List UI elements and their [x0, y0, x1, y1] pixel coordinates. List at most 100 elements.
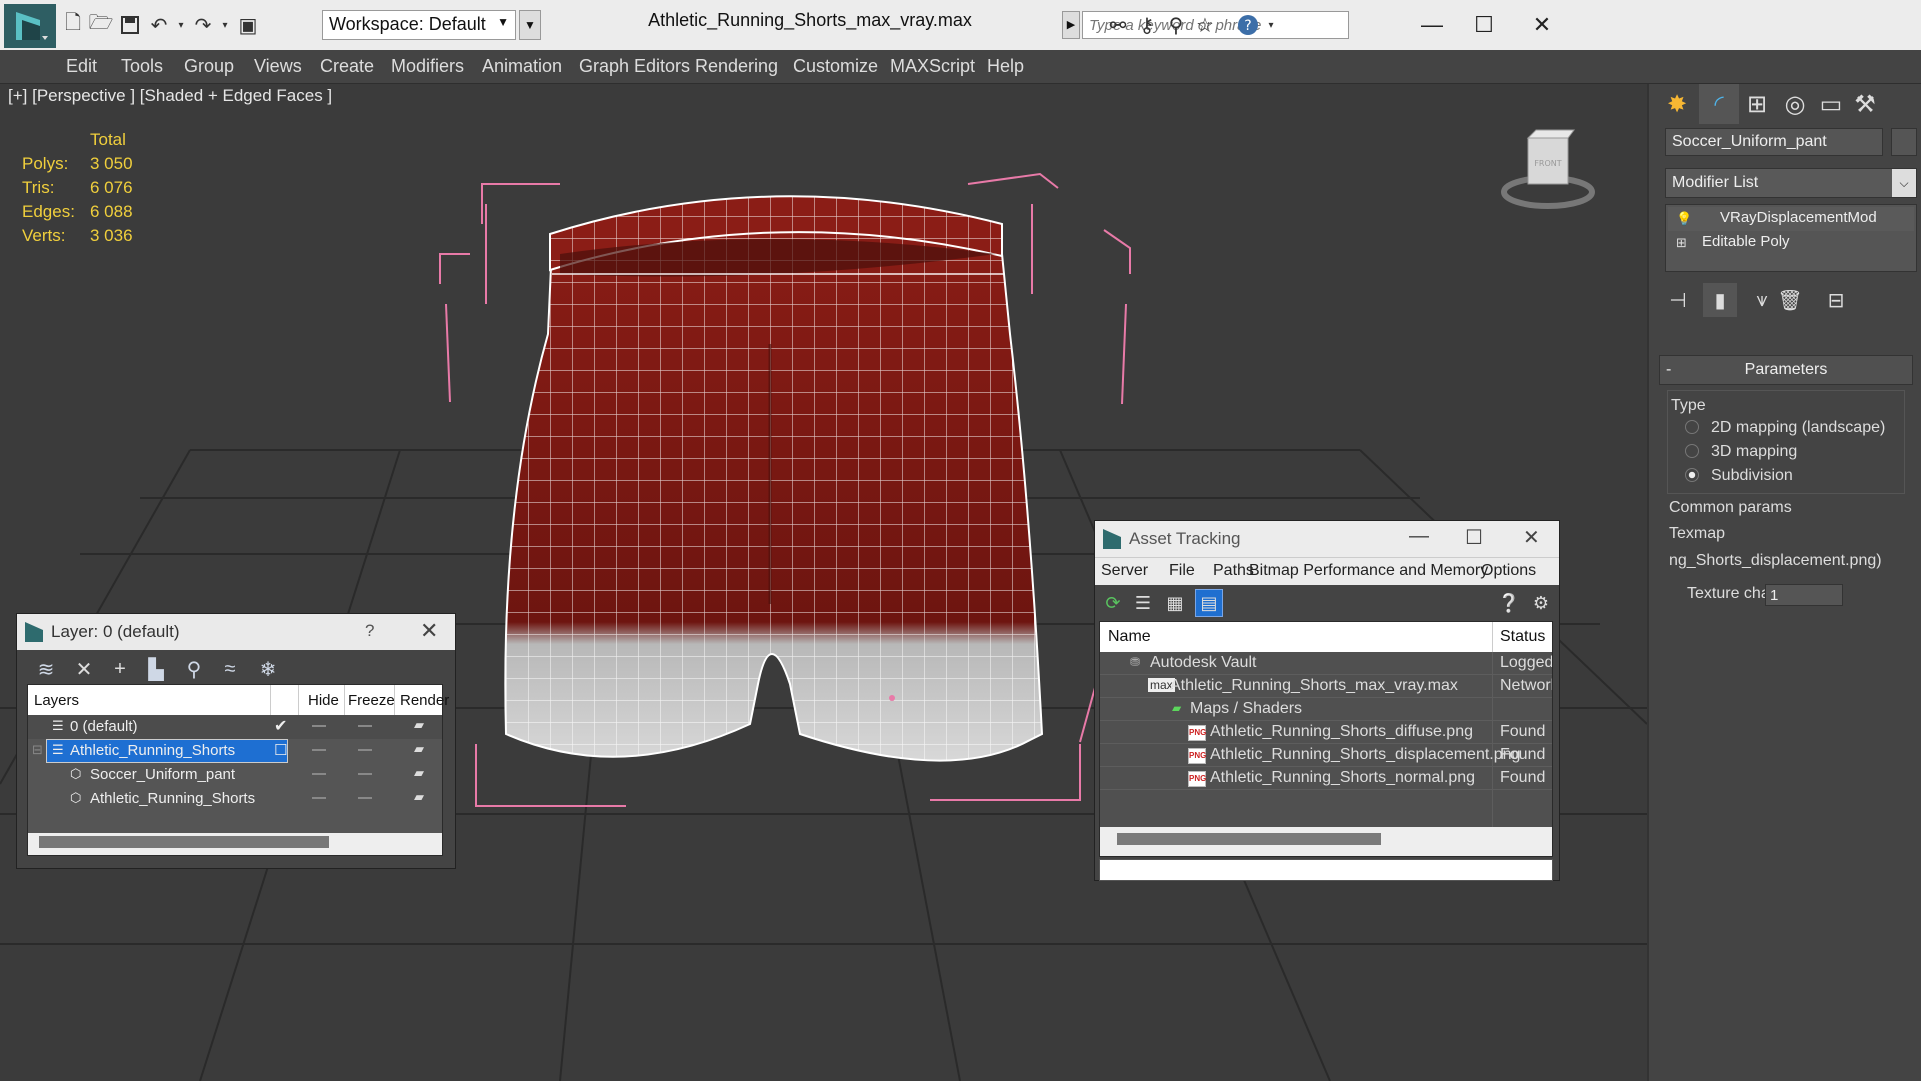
asset-row-displacement[interactable]: PNG Athletic_Running_Shorts_displacement… [1100, 744, 1552, 767]
minimize-icon[interactable]: — [1402, 6, 1462, 44]
horizontal-scrollbar-thumb[interactable] [39, 836, 329, 848]
column-layers[interactable]: Layers [34, 692, 79, 709]
pin-stack-icon[interactable]: ⊣ [1661, 283, 1695, 317]
viewcube[interactable]: FRONT [1500, 126, 1620, 216]
object-name-field[interactable]: Soccer_Uniform_pant [1665, 128, 1883, 156]
stack-item-vraydisplacement[interactable]: 💡 VRayDisplacementMod [1668, 207, 1914, 231]
menu-views[interactable]: Views [254, 56, 302, 77]
help-button[interactable]: ? [365, 621, 374, 641]
key-icon[interactable]: ⚷ [1132, 10, 1162, 40]
configure-sets-icon[interactable]: ⊟ [1819, 283, 1853, 317]
asset-dialog-titlebar[interactable]: Asset Tracking — ☐ ✕ [1095, 521, 1559, 557]
save-icon[interactable] [115, 10, 145, 40]
close-icon[interactable]: ✕ [1523, 525, 1540, 550]
list-view-icon[interactable]: ☰ [1129, 589, 1157, 617]
layer-row-athletic-running-shorts-object[interactable]: ⬡ Athletic_Running_Shorts ▰ [28, 787, 442, 811]
highlight-layer-icon[interactable]: ⚲ [179, 654, 209, 684]
parameters-rollout-header[interactable]: - Parameters [1659, 355, 1913, 385]
column-status[interactable]: Status [1500, 628, 1545, 646]
freeze-all-layers-icon[interactable]: ❄ [253, 654, 283, 684]
menu-tools[interactable]: Tools [121, 56, 163, 77]
new-file-icon[interactable]: 🗋 [58, 10, 88, 40]
column-render[interactable]: Render [400, 692, 449, 709]
help-context-icon[interactable]: ⚙ [1527, 589, 1555, 617]
render-teapot-icon[interactable]: ▰ [414, 741, 424, 757]
motion-tab-icon[interactable]: ◎ [1775, 84, 1815, 124]
show-end-result-icon[interactable]: ▮ [1703, 283, 1737, 317]
project-folder-icon[interactable]: ▣ [233, 10, 263, 40]
asset-menu-server[interactable]: Server [1101, 562, 1148, 580]
modify-tab-icon[interactable]: ◜ [1699, 84, 1739, 124]
workspace-select[interactable]: Workspace: Default ▼ [322, 10, 516, 40]
favorites-star-icon[interactable]: ☆ [1190, 10, 1220, 40]
radio-2d-mapping[interactable]: 2D mapping (landscape) [1685, 419, 1885, 437]
collapse-minus-icon[interactable]: ⊟ [32, 742, 43, 758]
horizontal-scrollbar-thumb[interactable] [1117, 833, 1381, 845]
freeze-toggle[interactable] [358, 725, 372, 727]
refresh-icon[interactable]: ⟳ [1099, 589, 1127, 617]
open-file-icon[interactable]: 🗁 [86, 10, 116, 40]
render-teapot-icon[interactable]: ▰ [414, 717, 424, 733]
lightbulb-icon[interactable]: 💡 [1676, 211, 1692, 227]
help-query-icon[interactable]: ❔ [1495, 589, 1523, 617]
menu-rendering[interactable]: Rendering [695, 56, 778, 77]
asset-row-vault[interactable]: ⛃ Autodesk Vault Logged C [1100, 652, 1552, 675]
menu-animation[interactable]: Animation [482, 56, 562, 77]
close-icon[interactable]: ✕ [1512, 6, 1572, 44]
layer-row-default[interactable]: ☰ 0 (default) ✔ ▰ [28, 715, 442, 739]
remove-modifier-icon[interactable]: 🗑 [1773, 283, 1807, 317]
freeze-toggle[interactable] [358, 797, 372, 799]
app-menu-button[interactable] [4, 4, 56, 48]
hide-toggle[interactable] [312, 725, 326, 727]
menu-maxscript[interactable]: MAXScript [890, 56, 975, 77]
layer-row-soccer-uniform-pant[interactable]: ⬡ Soccer_Uniform_pant ▰ [28, 763, 442, 787]
menu-modifiers[interactable]: Modifiers [391, 56, 464, 77]
render-teapot-icon[interactable]: ▰ [414, 765, 424, 781]
asset-row-normal[interactable]: PNG Athletic_Running_Shorts_normal.png F… [1100, 767, 1552, 790]
menu-edit[interactable]: Edit [66, 56, 97, 77]
hide-all-layers-icon[interactable]: ≈ [215, 654, 245, 684]
freeze-toggle[interactable] [358, 749, 372, 751]
hide-toggle[interactable] [312, 773, 326, 775]
layer-row-athletic-running-shorts[interactable]: ⊟ ☰ Athletic_Running_Shorts ☐ ▰ [28, 739, 442, 763]
sign-in-icon[interactable]: ⚲ [1161, 10, 1191, 40]
close-icon[interactable]: ✕ [420, 618, 438, 644]
radio-subdivision[interactable]: Subdivision [1685, 467, 1793, 485]
column-freeze[interactable]: Freeze [348, 692, 395, 709]
minimize-icon[interactable]: — [1409, 525, 1429, 548]
texmap-button[interactable]: ng_Shorts_displacement.png) [1667, 546, 1907, 576]
menu-graph-editors[interactable]: Graph Editors [579, 56, 690, 77]
radio-3d-mapping[interactable]: 3D mapping [1685, 443, 1797, 461]
asset-menu-paths[interactable]: Paths [1213, 562, 1254, 580]
utilities-tab-icon[interactable]: ⚒ [1845, 84, 1885, 124]
asset-row-max-file[interactable]: max Athletic_Running_Shorts_max_vray.max… [1100, 675, 1552, 698]
layer-dialog-titlebar[interactable]: Layer: 0 (default) ? ✕ [17, 614, 455, 650]
column-name[interactable]: Name [1108, 628, 1151, 646]
delete-layer-icon[interactable]: ✕ [69, 654, 99, 684]
hide-toggle[interactable] [312, 749, 326, 751]
asset-row-diffuse[interactable]: PNG Athletic_Running_Shorts_diffuse.png … [1100, 721, 1552, 744]
hierarchy-tab-icon[interactable]: ⊞ [1737, 84, 1777, 124]
object-color-swatch[interactable] [1891, 128, 1917, 156]
select-objects-icon[interactable]: ▙ [141, 654, 171, 684]
freeze-toggle[interactable] [358, 773, 372, 775]
binoculars-icon[interactable]: ⚯ [1103, 10, 1133, 40]
asset-menu-bitmap-performance[interactable]: Bitmap Performance and Memory [1249, 562, 1488, 580]
expand-plus-icon[interactable]: ⊞ [1676, 235, 1687, 251]
add-to-layer-icon[interactable]: + [105, 654, 135, 684]
asset-menu-options[interactable]: Options [1481, 562, 1536, 580]
menu-help[interactable]: Help [987, 56, 1024, 77]
menu-group[interactable]: Group [184, 56, 234, 77]
viewport-label[interactable]: [+] [Perspective ] [Shaded + Edged Faces… [8, 86, 332, 106]
search-expand-icon[interactable]: ▶ [1062, 11, 1080, 39]
modifier-list-dropdown[interactable]: Modifier List ⌵ [1665, 168, 1917, 198]
maximize-icon[interactable]: ☐ [1465, 525, 1483, 550]
menu-create[interactable]: Create [320, 56, 374, 77]
checkmark-icon[interactable]: ✔ [274, 716, 287, 736]
menu-customize[interactable]: Customize [793, 56, 878, 77]
asset-menu-file[interactable]: File [1169, 562, 1195, 580]
workspace-more-button[interactable]: ▼ [519, 10, 541, 40]
asset-row-maps-shaders[interactable]: ▰ Maps / Shaders [1100, 698, 1552, 721]
column-hide[interactable]: Hide [308, 692, 339, 709]
thumbnail-view-icon[interactable]: ▦ [1161, 589, 1189, 617]
